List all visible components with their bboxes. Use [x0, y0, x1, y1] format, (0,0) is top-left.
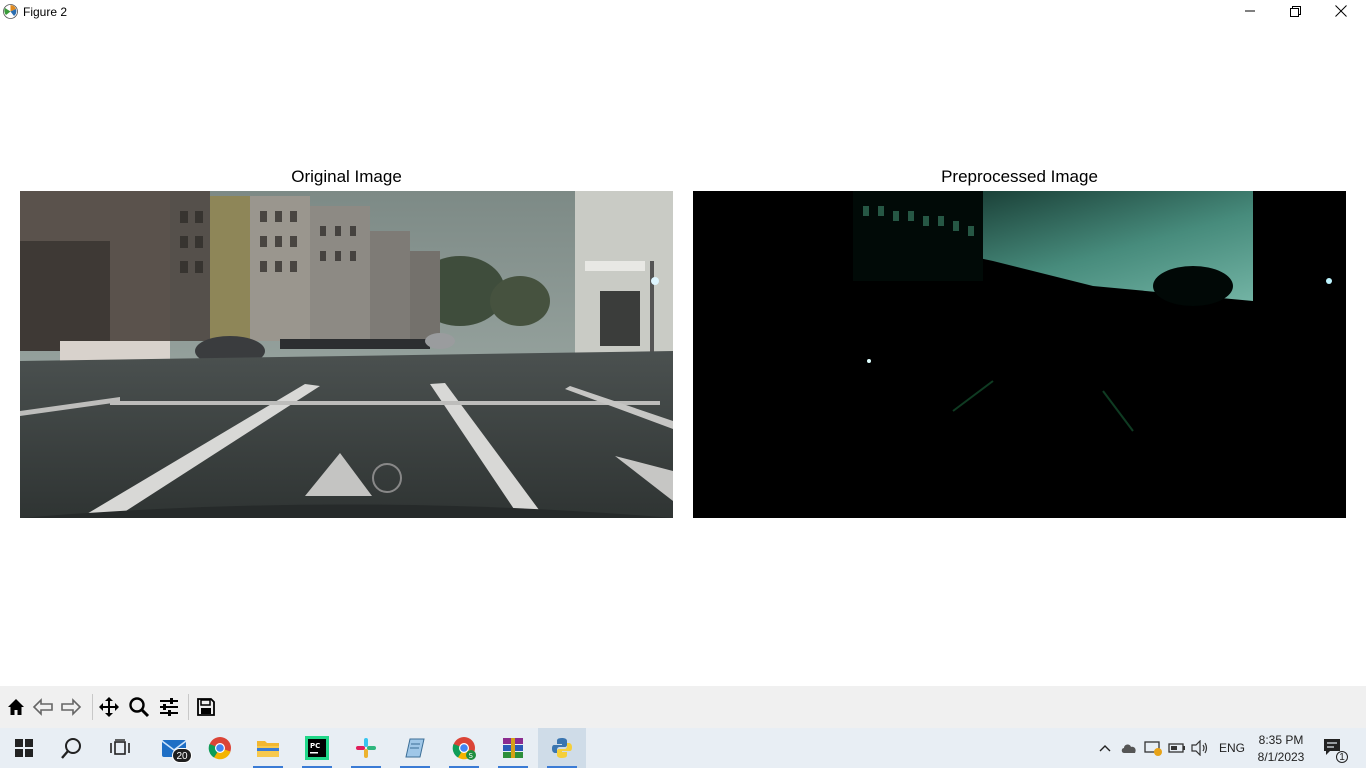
- clock-date: 8/1/2023: [1257, 750, 1305, 764]
- taskbar-pycharm[interactable]: PC: [293, 728, 341, 768]
- restore-button[interactable]: [1272, 0, 1318, 22]
- task-view-icon: [110, 739, 130, 755]
- windows-logo-icon: [15, 739, 33, 757]
- svg-text:PC: PC: [310, 742, 320, 750]
- pycharm-icon: PC: [305, 736, 329, 760]
- cloud-icon: [1121, 744, 1136, 753]
- matplotlib-icon: [2, 3, 19, 20]
- window-titlebar[interactable]: Figure 2: [0, 0, 1366, 24]
- toolbar-separator: [92, 694, 93, 720]
- original-image: [20, 191, 673, 518]
- battery-icon: [1168, 743, 1185, 753]
- search-icon: [61, 738, 81, 759]
- taskbar-winrar[interactable]: [489, 728, 537, 768]
- window-title: Figure 2: [23, 5, 68, 19]
- chrome-icon: [208, 737, 231, 760]
- forward-button[interactable]: [59, 695, 83, 719]
- notepad-icon: [405, 738, 425, 758]
- configure-subplots-button[interactable]: [157, 695, 181, 719]
- taskbar-mail[interactable]: 20: [150, 728, 198, 768]
- home-icon: [8, 699, 24, 715]
- preprocessed-image: [693, 191, 1346, 518]
- pan-icon: [99, 697, 119, 717]
- minimize-button[interactable]: [1227, 0, 1273, 22]
- mail-badge: 20: [172, 748, 192, 763]
- speaker-icon: [1191, 740, 1208, 756]
- taskbar-clock[interactable]: 8:35 PM 8/1/2023: [1254, 732, 1308, 766]
- configure-subplots-icon: [160, 698, 178, 716]
- save-icon: [197, 698, 215, 716]
- notification-count: 1: [1336, 751, 1348, 763]
- security-warning-icon: [1144, 741, 1162, 756]
- back-button[interactable]: [31, 695, 55, 719]
- taskbar-slack[interactable]: [342, 728, 390, 768]
- security-button[interactable]: [1143, 738, 1163, 758]
- input-language[interactable]: ENG: [1219, 741, 1245, 755]
- taskbar-python[interactable]: [538, 728, 586, 768]
- zoom-icon: [129, 697, 150, 718]
- taskbar-chrome[interactable]: [196, 728, 244, 768]
- pan-button[interactable]: [97, 695, 121, 719]
- task-view-button[interactable]: [96, 728, 144, 768]
- toolbar-separator: [188, 694, 189, 720]
- axes-title-original: Original Image: [291, 167, 402, 186]
- chrome-profile-icon: S: [452, 737, 476, 760]
- minimize-icon: [1245, 10, 1255, 12]
- folder-icon: [257, 741, 279, 757]
- forward-icon: [61, 698, 82, 716]
- close-icon: [1335, 5, 1347, 17]
- action-center-button[interactable]: 1: [1322, 737, 1348, 763]
- taskbar-notepad[interactable]: [391, 728, 439, 768]
- chevron-up-icon: [1099, 745, 1111, 752]
- start-button[interactable]: [0, 728, 48, 768]
- search-button[interactable]: [48, 728, 96, 768]
- onedrive-button[interactable]: [1119, 738, 1139, 758]
- battery-button[interactable]: [1167, 738, 1187, 758]
- back-icon: [32, 698, 53, 716]
- volume-button[interactable]: [1190, 738, 1210, 758]
- taskbar-file-explorer[interactable]: [244, 728, 292, 768]
- home-button[interactable]: [4, 695, 28, 719]
- axes-title-preprocessed: Preprocessed Image: [941, 167, 1098, 186]
- winrar-icon: [503, 738, 523, 758]
- zoom-button[interactable]: [127, 695, 151, 719]
- restore-icon: [1289, 5, 1301, 17]
- taskbar-chrome-profile[interactable]: S: [440, 728, 488, 768]
- svg-text:S: S: [469, 752, 474, 760]
- windows-taskbar: 20 PC S ENG 8:35 PM 8/1/2023 1: [0, 728, 1366, 768]
- save-button[interactable]: [194, 695, 218, 719]
- show-hidden-icons-button[interactable]: [1095, 738, 1115, 758]
- close-button[interactable]: [1318, 0, 1364, 22]
- slack-icon: [356, 738, 376, 758]
- clock-time: 8:35 PM: [1258, 733, 1304, 747]
- matplotlib-toolbar: [0, 686, 1366, 728]
- python-icon: [552, 738, 572, 758]
